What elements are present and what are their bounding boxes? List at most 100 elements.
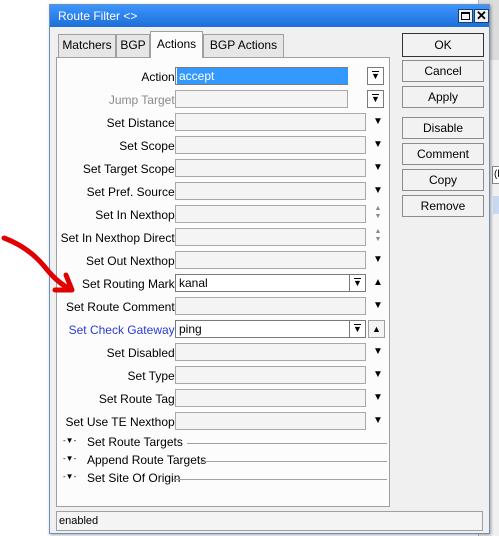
set-out-nexthop-label: Set Out Nexthop: — [85, 254, 178, 268]
tab-bgp-actions[interactable]: BGP Actions — [203, 34, 284, 57]
remove-button[interactable]: Remove — [402, 195, 484, 217]
set-route-tag-row: Set Route Tag: ▼ — [57, 389, 387, 409]
section-label: Append Route Targets — [87, 453, 207, 467]
set-use-te-nexthop-label: Set Use TE Nexthop: — [65, 415, 179, 429]
set-distance-label: Set Distance: — [106, 116, 178, 130]
action-dropdown-button[interactable]: ▼ — [367, 67, 384, 85]
comment-button[interactable]: Comment — [402, 143, 484, 165]
jump-target-field[interactable] — [175, 90, 348, 108]
set-pref-source-row: Set Pref. Source: ▼ — [57, 182, 387, 202]
set-route-comment-label: Set Route Comment: — [65, 300, 178, 314]
status-text: enabled — [59, 515, 99, 527]
actions-panel: Action: accept ▼ Jump Target: ▼ Set Dist… — [56, 57, 390, 507]
route-filter-window: Route Filter <> ✕ Matchers BGP Actions B… — [49, 4, 490, 534]
section-label: Set Site Of Origin — [87, 471, 181, 485]
expand-down-icon[interactable]: ▼ — [371, 414, 385, 428]
tab-actions[interactable]: Actions — [150, 31, 203, 58]
set-routing-mark-row: Set Routing Mark: kanal ▼ ▲ — [57, 274, 387, 294]
set-type-label: Set Type: — [127, 369, 178, 383]
jump-target-label: Jump Target: — [108, 93, 178, 107]
set-check-gateway-label[interactable]: Set Check Gateway: — [69, 323, 178, 337]
cancel-button[interactable]: Cancel — [402, 60, 484, 82]
collapse-up-icon[interactable]: ▲ — [368, 320, 385, 338]
divider — [201, 461, 387, 462]
set-scope-row: Set Scope: ▼ — [57, 136, 387, 156]
set-route-tag-field[interactable] — [175, 389, 366, 407]
close-button[interactable]: ✕ — [474, 8, 489, 23]
set-check-gateway-value: ping — [179, 322, 202, 336]
close-icon: ✕ — [476, 8, 487, 23]
set-out-nexthop-field[interactable] — [175, 251, 366, 269]
up-down-icon[interactable]: ▲ ▼ — [371, 205, 385, 223]
section-append-route-targets[interactable]: -▼- Append Route Targets — [63, 452, 387, 470]
set-disabled-field[interactable] — [175, 343, 366, 361]
chevron-down-icon: ▼ — [353, 324, 362, 334]
apply-button[interactable]: Apply — [402, 86, 484, 108]
set-routing-mark-label: Set Routing Mark: — [81, 277, 178, 291]
restore-button[interactable] — [458, 9, 473, 23]
expand-down-icon[interactable]: ▼ — [371, 299, 385, 313]
expand-down-icon[interactable]: ▼ — [371, 391, 385, 405]
divider — [173, 479, 387, 480]
action-label: Action: — [141, 70, 178, 84]
expand-down-icon[interactable]: ▼ — [371, 253, 385, 267]
background-cell: (b — [492, 166, 499, 184]
expand-section-icon: -▼- — [63, 472, 77, 481]
expand-down-icon[interactable]: ▼ — [371, 115, 385, 129]
title-bar[interactable]: Route Filter <> ✕ — [50, 5, 489, 27]
disable-button[interactable]: Disable — [402, 117, 484, 139]
ok-button[interactable]: OK — [402, 33, 484, 57]
set-routing-mark-input[interactable]: kanal — [175, 274, 350, 292]
window-title: Route Filter <> — [58, 9, 138, 23]
set-route-tag-label: Set Route Tag: — [98, 392, 178, 406]
annotation-arrow-icon — [1, 235, 75, 293]
expand-down-icon[interactable]: ▼ — [371, 345, 385, 359]
set-check-gateway-input[interactable]: ping — [175, 320, 350, 338]
status-bar: enabled — [56, 511, 483, 531]
set-target-scope-field[interactable] — [175, 159, 366, 177]
set-pref-source-label: Set Pref. Source: — [86, 185, 178, 199]
up-down-icon[interactable]: ▲ ▼ — [371, 228, 385, 246]
tab-bgp[interactable]: BGP — [116, 34, 150, 57]
set-route-comment-row: Set Route Comment: ▼ — [57, 297, 387, 317]
set-routing-mark-value: kanal — [179, 276, 208, 290]
expand-down-icon[interactable]: ▼ — [371, 184, 385, 198]
set-scope-label: Set Scope: — [119, 139, 178, 153]
restore-icon — [461, 12, 470, 20]
set-check-gateway-row: Set Check Gateway: ping ▼ ▲ — [57, 320, 387, 340]
action-select[interactable]: accept — [175, 67, 348, 85]
section-label: Set Route Targets — [87, 435, 183, 449]
copy-button[interactable]: Copy — [402, 169, 484, 191]
set-pref-source-field[interactable] — [175, 182, 366, 200]
set-type-row: Set Type: ▼ — [57, 366, 387, 386]
set-in-nexthop-row: Set In Nexthop: ▲ ▼ — [57, 205, 387, 225]
set-distance-field[interactable] — [175, 113, 366, 131]
tab-matchers[interactable]: Matchers — [58, 34, 116, 57]
check-gateway-dropdown-button[interactable]: ▼ — [349, 320, 366, 338]
expand-section-icon: -▼- — [63, 436, 77, 445]
set-in-nexthop-field[interactable] — [175, 205, 366, 223]
routing-mark-dropdown-button[interactable]: ▼ — [349, 274, 366, 292]
expand-down-icon[interactable]: ▼ — [371, 368, 385, 382]
set-out-nexthop-row: Set Out Nexthop: ▼ — [57, 251, 387, 271]
set-use-te-nexthop-row: Set Use TE Nexthop: ▼ — [57, 412, 387, 432]
set-target-scope-label: Set Target Scope: — [82, 162, 178, 176]
set-disabled-label: Set Disabled: — [106, 346, 178, 360]
section-set-site-of-origin[interactable]: -▼- Set Site Of Origin — [63, 470, 387, 488]
collapse-up-icon[interactable]: ▲ — [371, 276, 385, 290]
expand-down-icon[interactable]: ▼ — [371, 161, 385, 175]
chevron-down-icon: ▼ — [353, 278, 362, 288]
set-route-comment-field[interactable] — [175, 297, 366, 315]
set-in-nexthop-label: Set In Nexthop: — [95, 208, 178, 222]
chevron-down-icon: ▼ — [371, 71, 380, 81]
chevron-down-icon: ▼ — [371, 94, 380, 104]
section-set-route-targets[interactable]: -▼- Set Route Targets — [63, 434, 387, 452]
expand-down-icon[interactable]: ▼ — [371, 138, 385, 152]
set-in-nexthop-direct-field[interactable] — [175, 228, 366, 246]
set-scope-field[interactable] — [175, 136, 366, 154]
set-distance-row: Set Distance: ▼ — [57, 113, 387, 133]
set-disabled-row: Set Disabled: ▼ — [57, 343, 387, 363]
jump-target-dropdown-button[interactable]: ▼ — [367, 90, 384, 108]
set-type-field[interactable] — [175, 366, 366, 384]
set-use-te-nexthop-field[interactable] — [175, 412, 366, 430]
